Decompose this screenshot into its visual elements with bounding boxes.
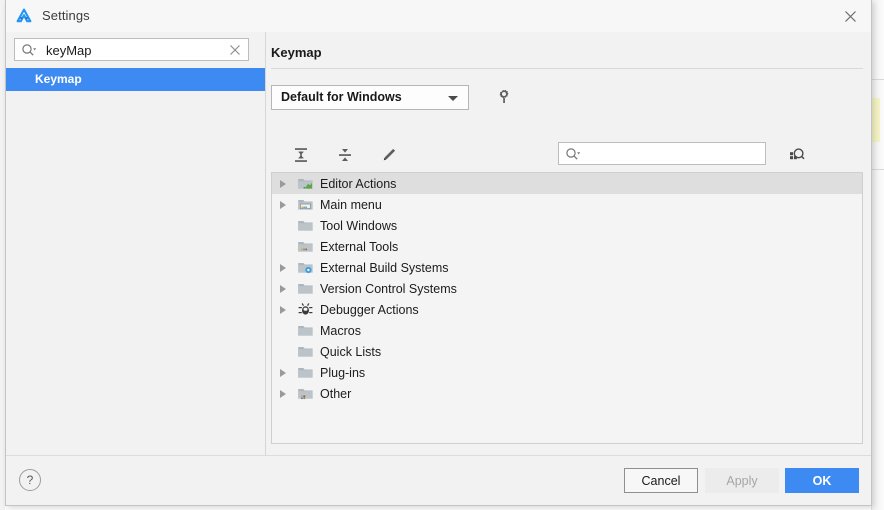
- collapse-all-icon[interactable]: [333, 143, 357, 167]
- sidebar-item-label: Keymap: [35, 72, 82, 86]
- keymap-tree-toolbar: [271, 138, 863, 172]
- tree-row[interactable]: External Build Systems: [272, 257, 862, 278]
- tree-row[interactable]: Plug-ins: [272, 362, 862, 383]
- background-divider: [872, 79, 884, 80]
- android-studio-logo-icon: [15, 7, 33, 25]
- search-icon: [565, 147, 581, 165]
- folder-icon: [294, 218, 316, 234]
- pencil-edit-icon[interactable]: [377, 143, 401, 167]
- keymap-select-dropdown[interactable]: Default for Windows: [271, 85, 469, 110]
- expand-all-icon[interactable]: [289, 143, 313, 167]
- dialog-titlebar: Settings: [6, 0, 871, 33]
- expand-arrow-icon[interactable]: [272, 284, 294, 293]
- tree-row-label: Main menu: [320, 197, 382, 212]
- settings-search-input[interactable]: keyMap: [14, 38, 249, 61]
- divider: [271, 68, 863, 69]
- sidebar-list: Keymap: [6, 68, 265, 91]
- tree-row[interactable]: Macros: [272, 320, 862, 341]
- folder-icon: [294, 365, 316, 381]
- gear-icon[interactable]: [493, 87, 513, 107]
- ok-button[interactable]: OK: [785, 468, 859, 493]
- chevron-down-icon: [448, 96, 458, 101]
- expand-arrow-icon[interactable]: [272, 389, 294, 398]
- tree-row-label: Tool Windows: [320, 218, 398, 233]
- tree-row-label: External Tools: [320, 239, 399, 254]
- find-by-shortcut-icon[interactable]: [785, 143, 809, 167]
- keymap-search-input[interactable]: [558, 142, 766, 165]
- tree-row[interactable]: Quick Lists: [272, 341, 862, 362]
- background-highlight-marker: [872, 98, 880, 142]
- tree-row[interactable]: Other: [272, 383, 862, 404]
- bug-icon: [294, 302, 316, 318]
- close-icon[interactable]: [837, 4, 863, 28]
- folder-menu-icon: [294, 197, 316, 213]
- tree-row[interactable]: Version Control Systems: [272, 278, 862, 299]
- tree-row[interactable]: Editor Actions: [272, 173, 862, 194]
- tree-row-label: Debugger Actions: [320, 302, 419, 317]
- expand-arrow-icon[interactable]: [272, 179, 294, 188]
- apply-button[interactable]: Apply: [705, 468, 779, 493]
- expand-arrow-icon[interactable]: [272, 305, 294, 314]
- cancel-button[interactable]: Cancel: [624, 468, 698, 493]
- keymap-actions-tree[interactable]: Editor Actions Main menu Tool Windows Exter…: [271, 172, 863, 444]
- search-icon: [21, 43, 37, 61]
- tree-row[interactable]: Main menu: [272, 194, 862, 215]
- keymap-select-value: Default for Windows: [281, 90, 402, 104]
- settings-search-value: keyMap: [46, 43, 92, 58]
- expand-arrow-icon[interactable]: [272, 200, 294, 209]
- tree-row-label: Version Control Systems: [320, 281, 457, 296]
- folder-build-icon: [294, 260, 316, 276]
- tree-row-label: External Build Systems: [320, 260, 449, 275]
- tree-row-label: Other: [320, 386, 352, 401]
- help-button[interactable]: ?: [19, 469, 41, 491]
- window-title: Settings: [42, 8, 90, 23]
- folder-icon: [294, 281, 316, 297]
- tree-row[interactable]: External Tools: [272, 236, 862, 257]
- settings-dialog: Settings keyMap Keymap Keymap Default fo…: [5, 0, 872, 506]
- expand-arrow-icon[interactable]: [272, 368, 294, 377]
- page-title: Keymap: [271, 45, 322, 60]
- sidebar-item-keymap[interactable]: Keymap: [6, 68, 265, 91]
- clear-icon[interactable]: [227, 42, 243, 58]
- tree-row-label: Quick Lists: [320, 344, 382, 359]
- dialog-footer: ? Cancel Apply OK: [6, 455, 871, 505]
- folder-other-icon: [294, 386, 316, 402]
- folder-editor-icon: [294, 176, 316, 192]
- keymap-settings-panel: Keymap Default for Windows Editor Action…: [266, 32, 871, 456]
- background-right-panel: [871, 0, 884, 510]
- expand-arrow-icon[interactable]: [272, 263, 294, 272]
- tree-row-label: Editor Actions: [320, 176, 397, 191]
- folder-tools-icon: [294, 239, 316, 255]
- tree-row-label: Plug-ins: [320, 365, 366, 380]
- folder-icon: [294, 323, 316, 339]
- folder-icon: [294, 344, 316, 360]
- settings-sidebar: keyMap Keymap: [6, 32, 266, 456]
- tree-row-label: Macros: [320, 323, 361, 338]
- tree-row[interactable]: Debugger Actions: [272, 299, 862, 320]
- background-divider: [872, 169, 884, 170]
- tree-row[interactable]: Tool Windows: [272, 215, 862, 236]
